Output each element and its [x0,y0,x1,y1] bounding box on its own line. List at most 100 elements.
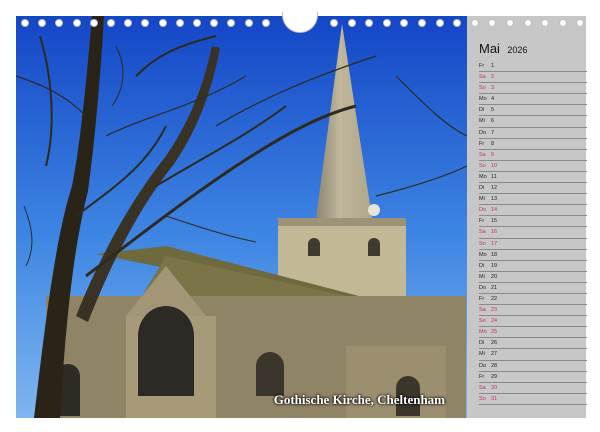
binding-hole [506,19,514,27]
day-number: 9 [491,151,495,158]
day-row: So 31 [479,394,587,405]
weekday-label: Mi [479,118,485,125]
binding-hole [55,19,64,27]
binding-hole [488,19,497,27]
binding-hole [38,19,47,27]
weekday-label: Fr [479,373,485,380]
binding-hole [193,19,201,27]
day-row: Di 26 [479,338,587,350]
binding-hole [576,19,585,27]
weekday-label: Mi [479,273,485,280]
weekday-label: So [479,318,486,325]
day-row: Fr 29 [479,372,587,383]
weekday-label: Do [479,207,487,214]
day-row: Fr 1 [479,61,587,73]
day-number: 13 [491,196,498,203]
day-row: Mo 4 [479,94,587,106]
day-row: Sa 2 [479,72,587,84]
weekday-label: So [479,240,486,247]
weekday-label: Fr [479,63,485,69]
binding-hole [382,19,391,27]
binding-hole [244,19,253,27]
binding-hole [470,19,479,27]
weekday-label: Sa [479,151,486,158]
day-row: Sa 30 [479,383,587,394]
day-number: 22 [491,295,498,302]
binding-hole [453,19,462,27]
binding-hole [365,19,374,27]
weekday-label: Di [479,262,485,269]
weekday-label: Di [479,107,485,114]
binding-hole [523,19,532,27]
day-row: Fr 8 [479,139,587,150]
day-number: 14 [491,207,498,214]
day-row: Di 12 [479,183,587,195]
day-row: Di 19 [479,261,587,272]
weekday-label: Sa [479,384,486,391]
binding-hole [158,19,167,27]
day-row: Fr 22 [479,294,587,306]
day-row: Do 28 [479,361,587,372]
binding-hole [89,19,98,27]
day-number: 30 [491,384,498,391]
binding-hole [141,19,150,27]
binding-hole [435,19,444,27]
binding-holes [0,12,600,34]
day-row: Mi 6 [479,116,587,128]
binding-hole [418,19,426,27]
day-row: Mi 20 [479,272,587,283]
hanger-cutout [282,12,318,33]
month-year: 2026 [507,45,528,55]
day-number: 4 [491,96,495,103]
day-number: 28 [491,362,498,369]
day-row: Di 5 [479,105,587,117]
binding-hole [21,19,29,27]
day-row: Do 14 [479,205,587,217]
day-number: 12 [491,185,498,192]
day-number: 15 [491,218,498,225]
day-row: So 24 [479,316,587,328]
weekday-label: So [479,85,486,92]
day-number: 7 [491,129,495,136]
day-number: 26 [491,340,498,347]
day-number: 6 [491,118,495,125]
day-number: 3 [491,85,495,92]
day-number: 24 [491,318,498,325]
day-number: 10 [491,162,498,169]
weekday-label: Sa [479,74,486,81]
day-number: 8 [491,140,495,147]
day-row: Mo 18 [479,250,587,261]
weekday-label: So [479,395,486,402]
month-name: Mai [479,41,500,56]
weekday-label: Fr [479,218,485,225]
month-header: Mai 2026 [479,40,527,58]
binding-hole [400,19,409,27]
calendar-page: Gothische Kirche, Cheltenham Mai 2026 Fr… [0,0,600,432]
day-row: Do 7 [479,128,587,139]
day-number: 31 [491,395,498,402]
weekday-label: Fr [479,140,485,147]
weekday-label: Do [479,362,487,369]
binding-hole [558,19,567,27]
weekday-label: Di [479,185,485,192]
binding-hole [107,19,115,27]
weekday-label: Mi [479,351,485,358]
binding-hole [210,19,219,27]
day-row: Sa 16 [479,227,587,239]
photo-caption: Gothische Kirche, Cheltenham [273,392,445,407]
day-number: 11 [491,173,497,180]
weekday-label: Mo [479,329,487,336]
day-number: 1 [491,63,495,69]
weekday-label: Fr [479,295,485,302]
church-photo: Gothische Kirche, Cheltenham [16,16,467,418]
day-number: 27 [491,351,498,358]
day-row: Mo 25 [479,327,587,339]
day-row: Sa 23 [479,305,587,317]
binding-hole [330,19,338,27]
day-number: 21 [491,284,498,291]
binding-hole [175,19,184,27]
binding-hole [261,19,270,27]
day-number: 17 [491,240,498,247]
day-number: 18 [491,251,498,258]
binding-hole [72,19,81,27]
